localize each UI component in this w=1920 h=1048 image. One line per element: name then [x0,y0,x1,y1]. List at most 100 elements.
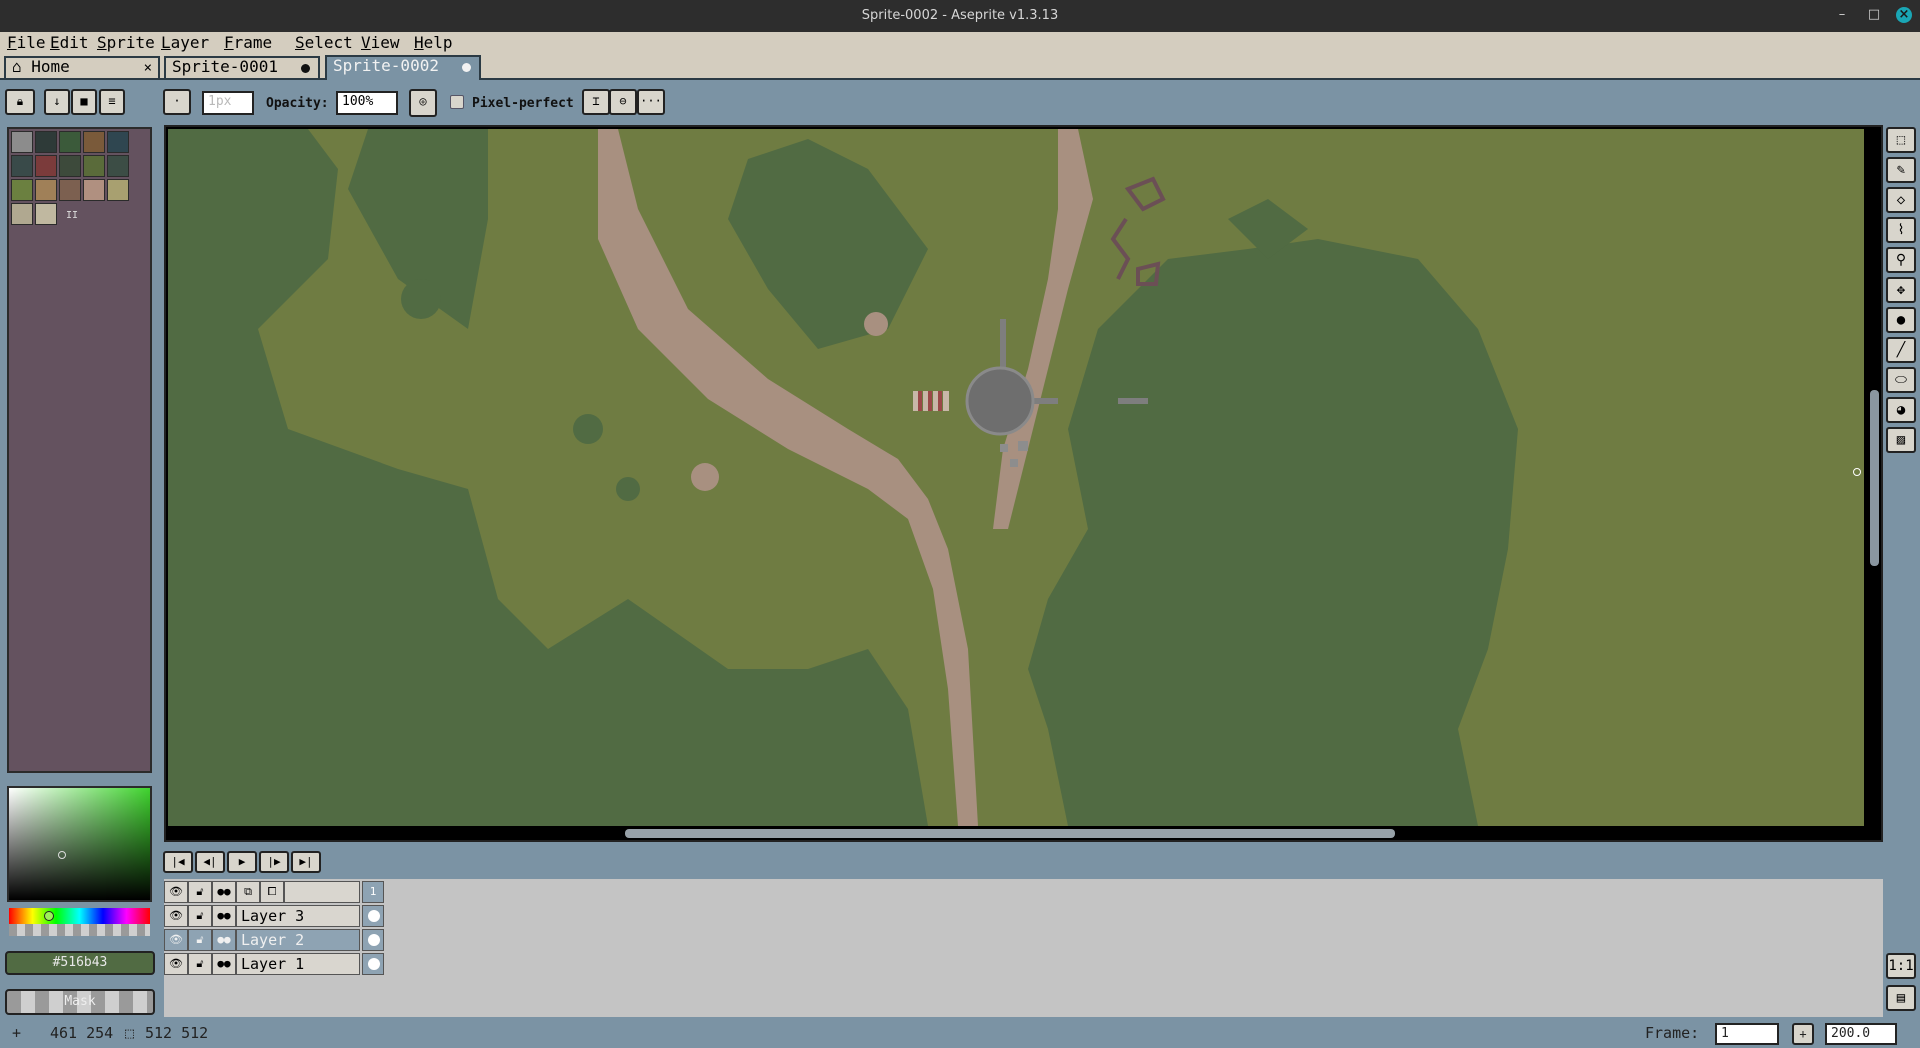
lock-icon[interactable]: 🔒︎ [5,89,35,115]
vertical-scrollbar[interactable] [1870,390,1879,566]
eye-icon[interactable]: 👁︎ [164,953,188,975]
palette-swatch[interactable] [35,155,57,177]
blur-tool-icon[interactable]: ▨ [1886,427,1916,453]
palette-swatch[interactable] [107,155,129,177]
cel[interactable] [362,905,384,927]
continuous-icon[interactable]: ●● [212,953,236,975]
more-options-button[interactable]: ··· [637,89,665,115]
pencil-tool-icon[interactable]: ✎ [1886,157,1916,183]
brush-type-button[interactable]: · [163,89,191,115]
hue-slider[interactable] [9,908,150,924]
modified-dot-icon[interactable] [462,63,471,72]
menu-edit[interactable]: Edit [50,33,89,52]
onion-skin-icon[interactable]: ⧠ [260,881,284,903]
lock-icon[interactable]: 🔓︎ [188,929,212,951]
cel[interactable] [362,953,384,975]
layer-row-layer-1[interactable]: 👁︎ 🔓︎ ●● Layer 1 [164,953,384,975]
sort-down-icon[interactable]: ↓ [44,89,70,115]
foreground-color-button[interactable]: #516b43 [5,951,155,975]
close-icon[interactable]: × [1896,7,1912,23]
pixel-perfect-checkbox[interactable] [450,95,464,109]
lock-icon[interactable]: 🔓︎ [188,905,212,927]
menu-help[interactable]: Help [414,33,453,52]
first-frame-button[interactable]: |◀ [163,851,193,873]
cel[interactable] [362,929,384,951]
prev-frame-button[interactable]: ◀| [195,851,225,873]
palette-swatch[interactable] [59,179,81,201]
contour-tool-icon[interactable]: ◕ [1886,397,1916,423]
eye-icon[interactable]: 👁︎ [164,881,188,903]
layer-name[interactable]: Layer 3 [236,905,360,927]
continuous-icon[interactable]: ●● [212,905,236,927]
lock-icon[interactable]: 🔓︎ [188,953,212,975]
layer-name[interactable]: Layer 2 [236,929,360,951]
line-tool-icon[interactable]: ╱ [1886,337,1916,363]
zoom-1-1-button[interactable]: 1:1 [1886,953,1916,979]
palette-swatch[interactable] [83,179,105,201]
menu-frame[interactable]: Frame [224,33,272,52]
palette-swatch[interactable] [11,155,33,177]
sprite-canvas[interactable] [168,129,1864,826]
layer-row-layer-3[interactable]: 👁︎ 🔓︎ ●● Layer 3 [164,905,384,927]
palette-swatch[interactable] [35,179,57,201]
eye-icon[interactable]: 👁︎ [164,929,188,951]
palette-swatch[interactable] [107,179,129,201]
palette-swatch[interactable] [83,155,105,177]
frame-input[interactable]: 1 [1715,1023,1779,1045]
horizontal-scrollbar[interactable] [625,829,1395,838]
timeline-toggle-icon[interactable]: ▤ [1886,985,1916,1011]
ink-icon[interactable]: ◎ [409,89,437,117]
palette-swatch[interactable] [83,131,105,153]
menu-select[interactable]: Select [295,33,353,52]
palette-swatch[interactable] [35,131,57,153]
alpha-slider[interactable] [9,924,150,936]
next-frame-button[interactable]: |▶ [259,851,289,873]
color-spectrum[interactable] [7,786,152,902]
palette-swatch[interactable] [59,155,81,177]
palette-more-icon[interactable]: II [66,210,78,221]
continuous-icon[interactable]: ●● [212,881,236,903]
continuous-icon[interactable]: ●● [212,929,236,951]
maximize-icon[interactable]: □ [1866,7,1882,23]
eye-icon[interactable]: 👁︎ [164,905,188,927]
palette-swatch[interactable] [107,131,129,153]
minimize-icon[interactable]: – [1834,7,1850,23]
tab-close-icon[interactable]: × [144,59,152,77]
opacity-input[interactable]: 100% [336,91,398,115]
menu-file[interactable]: File [7,33,46,52]
hue-handle-icon[interactable] [44,911,54,921]
lock-icon[interactable]: 🔓︎ [188,881,212,903]
tab-home[interactable]: ⌂ Home × [4,56,160,78]
square-icon[interactable]: ■ [71,89,97,115]
layer-name[interactable]: Layer 1 [236,953,360,975]
palette-swatch[interactable] [11,179,33,201]
play-button[interactable]: ▶ [227,851,257,873]
palette-swatch[interactable] [59,131,81,153]
frame-header[interactable]: 1 [362,881,384,903]
marquee-tool-icon[interactable]: ⬚ [1886,127,1916,153]
menu-icon[interactable]: ≡ [99,89,125,115]
palette-swatch[interactable] [11,131,33,153]
tab-sprite-0001[interactable]: Sprite-0001 [164,56,320,78]
palette-swatch[interactable] [35,203,57,225]
eyedropper-tool-icon[interactable]: ⌇ [1886,217,1916,243]
menu-layer[interactable]: Layer [161,33,209,52]
add-frame-icon[interactable]: + [1792,1023,1814,1045]
modified-dot-icon[interactable] [301,64,310,73]
ellipse-tool-icon[interactable]: ⬭ [1886,367,1916,393]
zoom-input[interactable]: 200.0 [1825,1023,1897,1045]
fill-tool-icon[interactable]: ● [1886,307,1916,333]
menu-sprite[interactable]: Sprite [97,33,155,52]
last-frame-button[interactable]: ▶| [291,851,321,873]
palette-swatch[interactable] [11,203,33,225]
brush-size-input[interactable]: 1px [202,91,254,115]
menu-view[interactable]: View [361,33,400,52]
symmetry-icon[interactable]: ⌶ [582,89,610,115]
zoom-tool-icon[interactable]: ⚲ [1886,247,1916,273]
tab-sprite-0002[interactable]: Sprite-0002 [325,55,481,80]
mask-button[interactable]: Mask [5,989,155,1015]
mirror-icon[interactable]: ⊖ [609,89,637,115]
move-tool-icon[interactable]: ✥ [1886,277,1916,303]
layer-row-layer-2[interactable]: 👁︎ 🔓︎ ●● Layer 2 [164,929,384,951]
eraser-tool-icon[interactable]: ◇ [1886,187,1916,213]
